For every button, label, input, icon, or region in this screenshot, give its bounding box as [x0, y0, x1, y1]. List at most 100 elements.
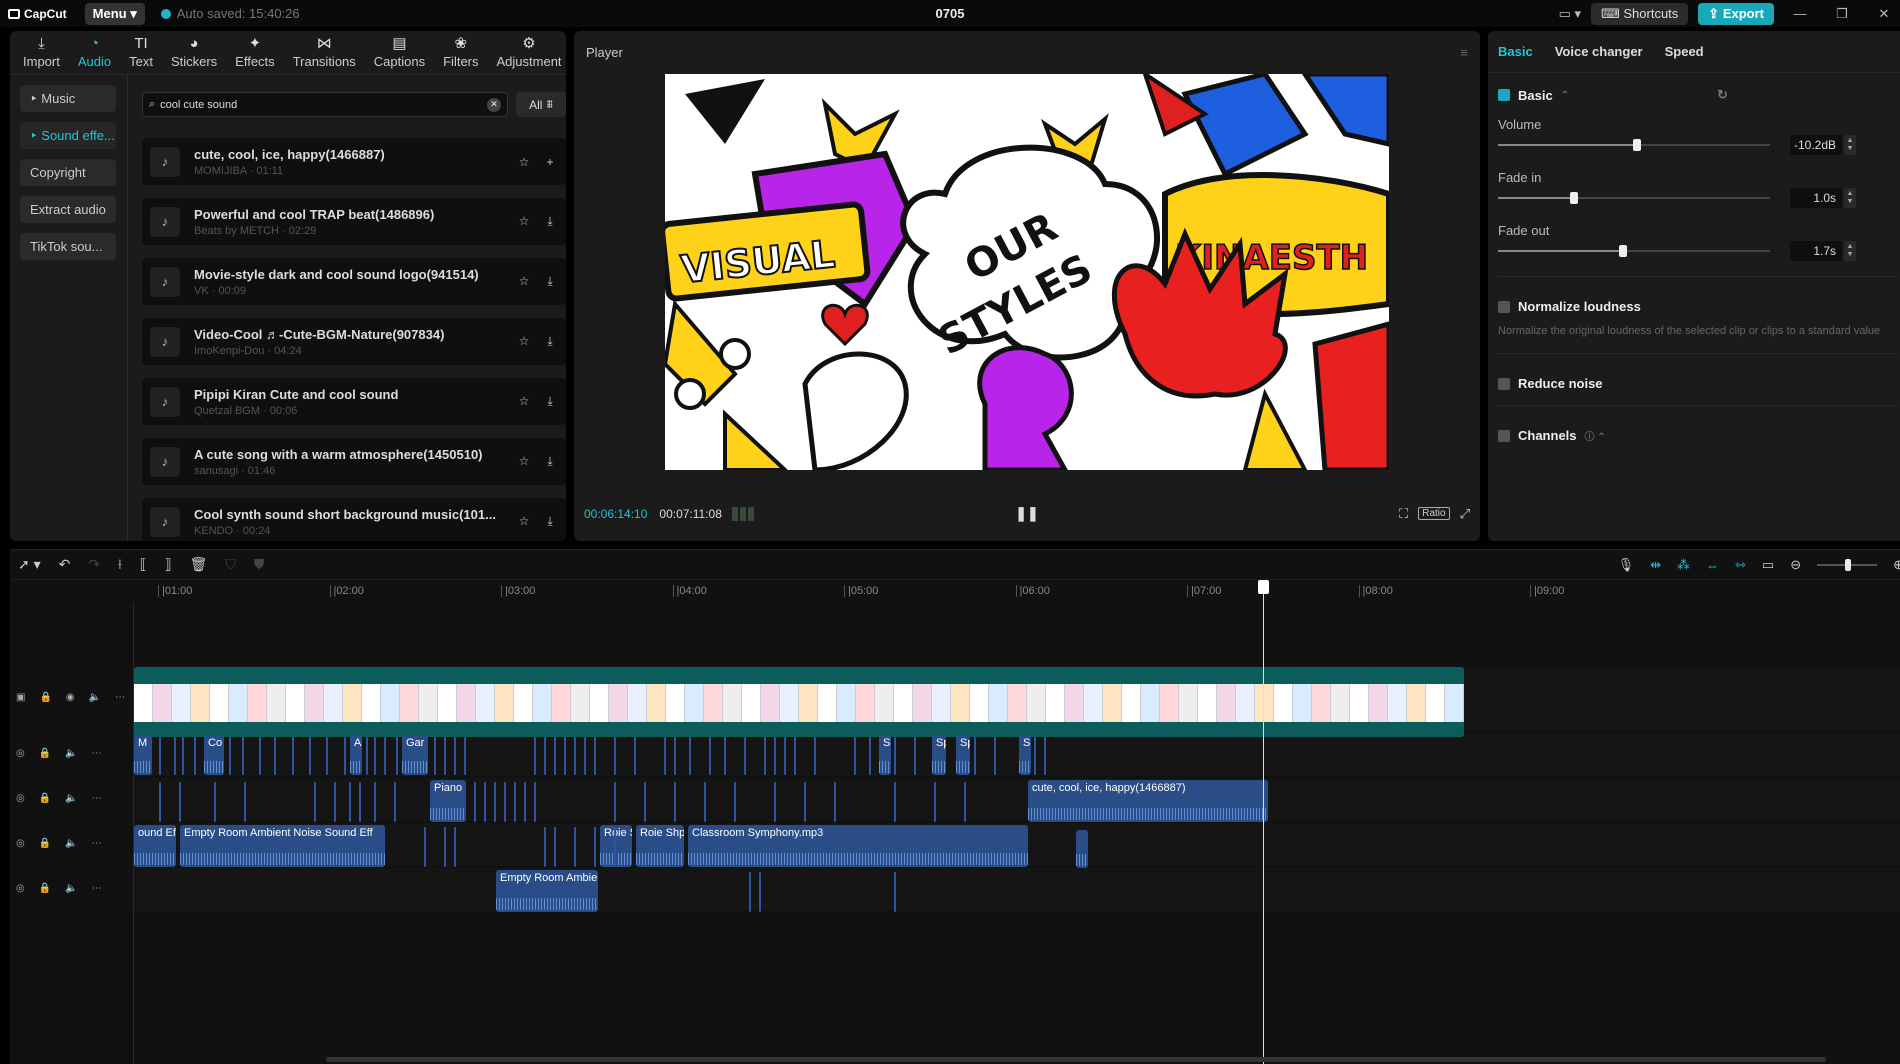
clip-fragment[interactable]	[574, 827, 576, 867]
clip-fragment[interactable]	[734, 782, 736, 822]
clip-fragment[interactable]	[444, 827, 446, 867]
tool-adjustment[interactable]: ⚙ Adjustment	[488, 31, 567, 74]
tool-stickers[interactable]: ◕ Stickers	[162, 31, 226, 74]
track-lane[interactable]	[134, 868, 1900, 911]
clip-fragment[interactable]	[554, 737, 556, 775]
search-box[interactable]: ⌕ ✕	[142, 92, 508, 117]
speaker-icon[interactable]: 🔈	[65, 748, 77, 759]
tool-captions[interactable]: ▤ Captions	[365, 31, 434, 74]
clip-fragment[interactable]	[749, 872, 751, 912]
clip-fragment[interactable]	[179, 782, 181, 822]
filter-all-button[interactable]: All ⩩	[516, 92, 566, 117]
clip-fragment[interactable]	[259, 737, 261, 775]
volume-stepper[interactable]: ▲ ▼	[1844, 135, 1856, 155]
clip-fragment[interactable]	[366, 737, 368, 775]
tool-effects[interactable]: ✦ Effects	[226, 31, 284, 74]
tool-audio[interactable]: ◔ Audio	[69, 31, 120, 74]
clip-fragment[interactable]	[764, 737, 766, 775]
clip-fragment[interactable]	[1034, 737, 1036, 775]
clip-fragment[interactable]	[349, 782, 351, 822]
clip-fragment[interactable]	[914, 737, 916, 775]
clip-fragment[interactable]	[484, 782, 486, 822]
audio-clip[interactable]: Co	[204, 735, 224, 775]
clip-fragment[interactable]	[444, 737, 446, 775]
clip-fragment[interactable]	[504, 782, 506, 822]
audio-track-icon[interactable]: ◎	[16, 793, 25, 804]
eye-icon[interactable]: ◉	[66, 692, 75, 703]
audio-clip[interactable]: Sp	[1019, 735, 1031, 775]
timecode-grid-icon[interactable]	[731, 506, 754, 521]
redo-icon[interactable]: ↷	[88, 556, 100, 573]
clip-fragment[interactable]	[454, 827, 456, 867]
clip-fragment[interactable]	[759, 872, 761, 912]
sound-item[interactable]: ♪ Cool synth sound short background musi…	[142, 498, 566, 541]
audio-clip[interactable]: Roie S	[600, 825, 632, 867]
download-icon[interactable]: ⤓	[542, 514, 558, 529]
more-icon[interactable]: ⋯	[92, 838, 102, 849]
clip-fragment[interactable]	[784, 737, 786, 775]
clip-fragment[interactable]	[894, 737, 896, 775]
clip-fragment[interactable]	[594, 737, 596, 775]
clip-fragment[interactable]	[804, 782, 806, 822]
volume-value[interactable]: -10.2dB	[1790, 135, 1842, 155]
clip-fragment[interactable]	[394, 782, 396, 822]
speaker-icon[interactable]: 🔈	[65, 883, 77, 894]
clip-fragment[interactable]	[794, 737, 796, 775]
clip-fragment[interactable]	[704, 782, 706, 822]
track-area[interactable]: M Co A Gar Sp Sp Sp Sp Piano cute, cool, ice, hap…	[134, 602, 1900, 1064]
fadeout-value[interactable]: 1.7s	[1790, 241, 1842, 261]
clip-fragment[interactable]	[664, 737, 666, 775]
clip-fragment[interactable]	[434, 737, 436, 775]
sidebar-item[interactable]: ‣ Music	[20, 85, 116, 112]
clip-fragment[interactable]	[834, 782, 836, 822]
clip-fragment[interactable]	[1044, 737, 1046, 775]
audio-clip[interactable]: A	[350, 735, 362, 775]
sidebar-item[interactable]: ‣ Sound effe...	[20, 122, 116, 149]
clip-fragment[interactable]	[359, 782, 361, 822]
fit-screen-icon[interactable]: ⛶	[1399, 506, 1408, 522]
clip-fragment[interactable]	[544, 737, 546, 775]
download-icon[interactable]: ⤓	[542, 334, 558, 349]
clip-fragment[interactable]	[242, 737, 244, 775]
favorite-icon[interactable]: ☆	[516, 334, 532, 349]
favorite-icon[interactable]: ☆	[516, 394, 532, 409]
split-icon[interactable]: ⟊	[118, 556, 122, 573]
clip-fragment[interactable]	[709, 737, 711, 775]
fadein-stepper[interactable]: ▲ ▼	[1844, 188, 1856, 208]
more-icon[interactable]: ⋯	[92, 793, 102, 804]
lock-icon[interactable]: 🔒	[39, 692, 51, 703]
lock-icon[interactable]: 🔒	[39, 748, 51, 759]
tab-voice-changer[interactable]: Voice changer	[1555, 44, 1643, 59]
zoom-out-icon[interactable]: ⊖	[1790, 557, 1801, 573]
link-icon[interactable]: ⇹	[1650, 557, 1661, 573]
clip-fragment[interactable]	[182, 737, 184, 775]
clip-fragment[interactable]	[614, 737, 616, 775]
clip-fragment[interactable]	[374, 782, 376, 822]
preview-axis-icon[interactable]: ⇿	[1735, 557, 1746, 573]
tab-speed[interactable]: Speed	[1665, 44, 1704, 59]
sound-item[interactable]: ♪ Video-Cool ♬-Cute-BGM-Nature(907834) I…	[142, 318, 566, 365]
audio-clip[interactable]: Empty Room Ambie	[496, 870, 598, 912]
audio-clip[interactable]: cute, cool, ice, happy(1466887)	[1028, 780, 1268, 822]
clip-fragment[interactable]	[814, 737, 816, 775]
more-icon[interactable]: ⋯	[92, 748, 102, 759]
clip-fragment[interactable]	[644, 782, 646, 822]
sidebar-item[interactable]: TikTok sou...	[20, 233, 116, 260]
clip-fragment[interactable]	[774, 782, 776, 822]
sound-item[interactable]: ♪ Movie-style dark and cool sound logo(9…	[142, 258, 566, 305]
magnet-icon[interactable]: ⁂	[1677, 557, 1690, 573]
clip-fragment[interactable]	[774, 737, 776, 775]
clip-fragment[interactable]	[274, 737, 276, 775]
lock-icon[interactable]: 🔒	[39, 793, 51, 804]
maximize-icon[interactable]: ❐	[1826, 6, 1858, 22]
clip-fragment[interactable]	[964, 782, 966, 822]
reset-icon[interactable]: ↻	[1717, 87, 1728, 103]
favorite-icon[interactable]: ☆	[516, 514, 532, 529]
caption-icon[interactable]: ▭	[1762, 557, 1774, 573]
ratio-button[interactable]: Ratio	[1418, 507, 1450, 520]
tab-basic[interactable]: Basic	[1498, 44, 1533, 59]
audio-clip[interactable]: Empty Room Ambient Noise Sound Eff	[180, 825, 385, 867]
clip-fragment[interactable]	[384, 737, 386, 775]
volume-slider[interactable]	[1498, 139, 1770, 151]
favorite-icon[interactable]: ☆	[516, 454, 532, 469]
